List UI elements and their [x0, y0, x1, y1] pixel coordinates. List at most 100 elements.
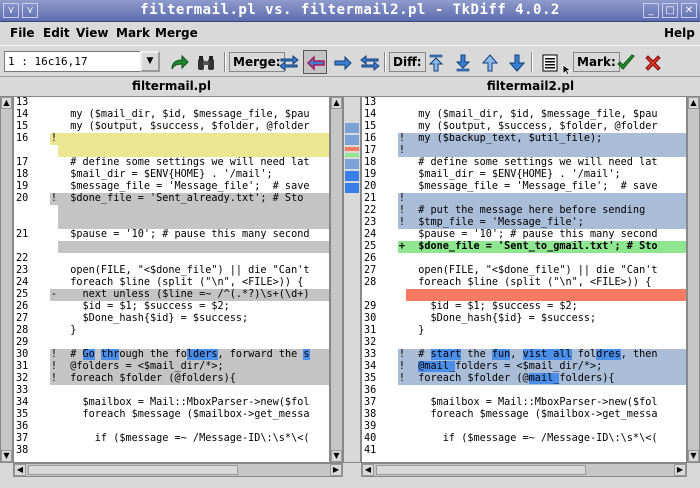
right-text-pane[interactable]: 13 14 15 16 17 18 19 20 21 22 23 24 25 26 27 28 29 30 31 32…	[361, 96, 687, 463]
code-line[interactable]	[58, 241, 329, 253]
code-line[interactable]	[406, 289, 686, 301]
diff-select-dropdown[interactable]: ▼	[140, 51, 160, 72]
scroll-up-icon[interactable]: ▲	[331, 97, 342, 109]
right-horizontal-scrollbar[interactable]: ◀ ▶	[361, 463, 687, 477]
scroll-right-icon[interactable]: ▶	[674, 464, 686, 476]
last-diff-button[interactable]	[450, 50, 474, 74]
code-line[interactable]: next unless ($line =~ /^(.*?)\s+(\d+)	[58, 289, 329, 301]
diff-select[interactable]: 1 : 16c16,17	[4, 51, 160, 72]
clear-mark-button[interactable]	[640, 50, 664, 74]
code-line[interactable]: $done_file = 'Sent_already.txt'; # Sto	[58, 193, 329, 205]
code-line[interactable]: $done_file = 'Sent_to_gmail.txt'; # Sto	[406, 241, 686, 253]
maximize-icon[interactable]: □	[662, 3, 678, 18]
title-bar[interactable]: ⋎ ⋎ filtermail.pl vs. filtermail2.pl - T…	[0, 0, 700, 22]
code-line[interactable]: $message_file = 'Message_file'; # save	[58, 181, 329, 193]
code-line[interactable]: }	[58, 325, 329, 337]
code-line[interactable]	[58, 445, 329, 457]
code-line[interactable]: foreach $folder (@mail_folders){	[406, 373, 686, 385]
code-line[interactable]	[58, 133, 329, 145]
code-line[interactable]: $pause = '10'; # pause this many second	[58, 229, 329, 241]
code-line[interactable]: # Go through the folders, forward the s	[58, 349, 329, 361]
code-line[interactable]	[58, 205, 329, 217]
code-line[interactable]: # put the message here before sending	[406, 205, 686, 217]
code-line[interactable]	[58, 385, 329, 397]
code-line[interactable]: foreach $message ($mailbox->get_messa	[406, 409, 686, 421]
code-line[interactable]: $pause = '10'; # pause this many second	[406, 229, 686, 241]
menu-file[interactable]: File	[10, 26, 35, 40]
first-diff-button[interactable]	[423, 50, 447, 74]
right-code-area[interactable]: my ($mail_dir, $id, $message_file, $pau …	[406, 97, 686, 462]
merge-choose-both-left-button[interactable]	[276, 50, 300, 74]
left-inner-scrollbar[interactable]: ▲ ▼	[330, 96, 343, 463]
code-line[interactable]: open(FILE, "<$done_file") || die "Can't	[406, 265, 686, 277]
code-line[interactable]: foreach $line (split ("\n", <FILE>)) {	[406, 277, 686, 289]
scroll-left-icon[interactable]: ◀	[362, 464, 374, 476]
menu-edit[interactable]: Edit	[43, 26, 70, 40]
code-line[interactable]: @folders = <$mail_dir/*>;	[58, 361, 329, 373]
code-line[interactable]: $Done_hash{$id} = $success;	[58, 313, 329, 325]
code-line[interactable]: foreach $line (split ("\n", <FILE>)) {	[58, 277, 329, 289]
previous-diff-button[interactable]	[477, 50, 501, 74]
code-line[interactable]: $message_file = 'Message_file'; # save	[406, 181, 686, 193]
code-line[interactable]	[406, 145, 686, 157]
code-line[interactable]: my ($output, $success, $folder, @folder	[406, 121, 686, 133]
scroll-up-icon[interactable]: ▲	[1, 97, 12, 109]
scroll-right-icon[interactable]: ▶	[330, 464, 342, 476]
code-line[interactable]: # start the fun, vist all foldres, then	[406, 349, 686, 361]
code-line[interactable]: $mail_dir = $ENV{HOME} . '/mail';	[58, 169, 329, 181]
code-line[interactable]: $tmp_file = 'Message_file';	[406, 217, 686, 229]
scroll-left-icon[interactable]: ◀	[14, 464, 26, 476]
code-line[interactable]: my ($mail_dir, $id, $message_file, $pau	[406, 109, 686, 121]
code-line[interactable]	[406, 337, 686, 349]
code-line[interactable]	[406, 193, 686, 205]
scroll-up-icon[interactable]: ▲	[688, 97, 699, 109]
code-line[interactable]: foreach $folder (@folders){	[58, 373, 329, 385]
code-line[interactable]: $id = $1; $success = $2;	[406, 301, 686, 313]
code-line[interactable]	[406, 385, 686, 397]
code-line[interactable]: if ($message =~ /Message-ID\:\s*\<(	[406, 433, 686, 445]
menu-merge[interactable]: Merge	[155, 26, 198, 40]
close-icon[interactable]: ✕	[681, 3, 697, 18]
code-line[interactable]: @mail_folders = <$mail_dir/*>;	[406, 361, 686, 373]
right-vertical-scrollbar[interactable]: ▲ ▼	[687, 96, 700, 463]
rediff-button[interactable]	[166, 50, 190, 74]
code-line[interactable]: foreach $message ($mailbox->get_messa	[58, 409, 329, 421]
code-line[interactable]	[406, 97, 686, 109]
code-line[interactable]: my ($backup_text, $util_file);	[406, 133, 686, 145]
code-line[interactable]	[58, 145, 329, 157]
code-line[interactable]: }	[406, 325, 686, 337]
code-line[interactable]: $Done_hash{$id} = $success;	[406, 313, 686, 325]
find-button[interactable]	[193, 50, 217, 74]
merge-choose-right-button[interactable]	[330, 50, 354, 74]
scroll-down-icon[interactable]: ▼	[688, 450, 699, 462]
code-line[interactable]: # define some settings we will need lat	[406, 157, 686, 169]
left-scroll-thumb[interactable]	[28, 465, 238, 475]
scroll-down-icon[interactable]: ▼	[331, 450, 342, 462]
code-line[interactable]	[406, 253, 686, 265]
left-text-pane[interactable]: 13 14 15 16 17 18 19 20 21 22 23 24 25 26 27 28 29 30 31 32…	[13, 96, 330, 463]
code-line[interactable]: open(FILE, "<$done_file") || die "Can't	[58, 265, 329, 277]
diff-map[interactable]	[343, 96, 361, 463]
center-current-diff-button[interactable]	[537, 50, 561, 74]
left-code-area[interactable]: my ($mail_dir, $id, $message_file, $pau …	[58, 97, 329, 462]
code-line[interactable]	[58, 337, 329, 349]
code-line[interactable]: my ($output, $success, $folder, @folder	[58, 121, 329, 133]
code-line[interactable]: $mailbox = Mail::MboxParser->new($fol	[58, 397, 329, 409]
code-line[interactable]	[58, 217, 329, 229]
minimize-icon[interactable]: _	[643, 3, 659, 18]
merge-choose-both-right-button[interactable]	[357, 50, 381, 74]
code-line[interactable]: $mailbox = Mail::MboxParser->new($fol	[406, 397, 686, 409]
next-diff-button[interactable]	[504, 50, 528, 74]
menu-mark[interactable]: Mark	[116, 26, 150, 40]
code-line[interactable]: $id = $1; $success = $2;	[58, 301, 329, 313]
code-line[interactable]	[58, 97, 329, 109]
code-line[interactable]: if ($message =~ /Message-ID\:\s*\<(	[58, 433, 329, 445]
scroll-down-icon[interactable]: ▼	[1, 450, 12, 462]
code-line[interactable]: my ($mail_dir, $id, $message_file, $pau	[58, 109, 329, 121]
code-line[interactable]	[406, 421, 686, 433]
set-mark-button[interactable]	[613, 50, 637, 74]
left-horizontal-scrollbar[interactable]: ◀ ▶	[13, 463, 343, 477]
code-line[interactable]	[58, 421, 329, 433]
menu-help[interactable]: Help	[664, 26, 695, 40]
menu-view[interactable]: View	[76, 26, 108, 40]
